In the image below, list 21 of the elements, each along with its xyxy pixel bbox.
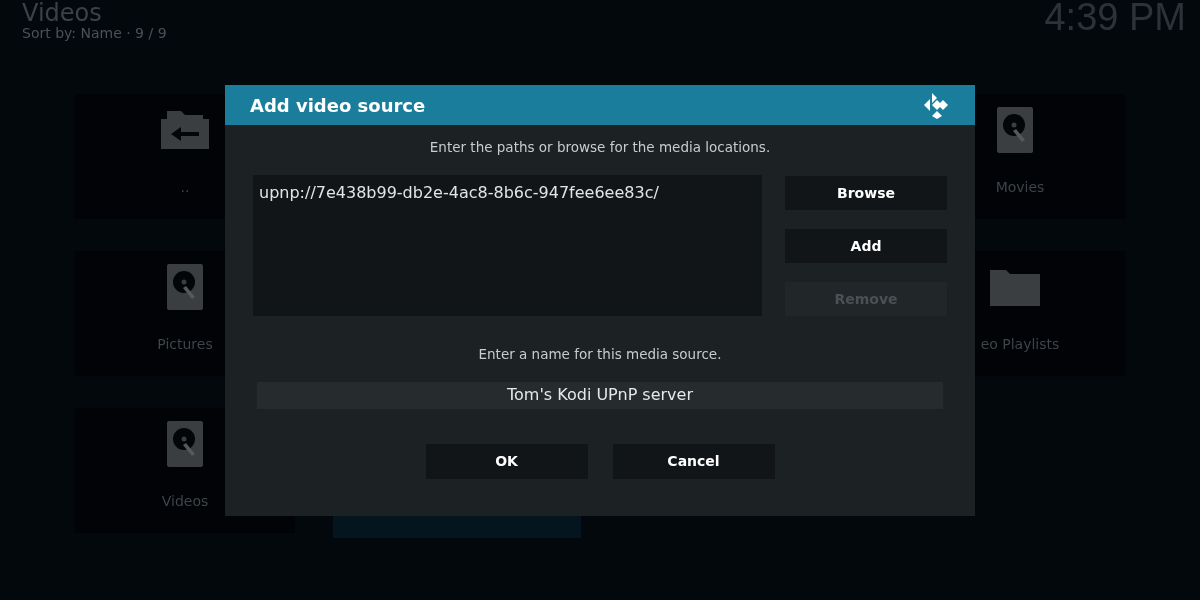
- add-videos-button[interactable]: [333, 516, 581, 538]
- dialog-button[interactable]: Browse: [785, 176, 947, 211]
- tile-label: Pictures: [157, 335, 213, 354]
- folder-back-icon: [159, 108, 211, 151]
- dialog-button[interactable]: OK: [425, 443, 588, 479]
- tile-label: ..: [180, 178, 190, 197]
- name-prompt: Enter a name for this media source.: [477, 345, 723, 365]
- hard-drive-icon: [167, 263, 203, 310]
- dialog-button[interactable]: Add: [785, 229, 947, 264]
- path-list[interactable]: upnp://7e438b99-db2e-4ac8-8b6c-947fee6ee83c/: [253, 175, 762, 317]
- tile-label: Videos: [161, 492, 209, 511]
- tile-label: Movies: [995, 178, 1045, 197]
- logo-icon: [922, 91, 950, 119]
- hard-drive-icon: [997, 106, 1033, 153]
- sort-label: Sort by: Name · 9 / 9: [22, 26, 167, 40]
- tile-label: eo Playlists: [980, 335, 1060, 354]
- paths-prompt: Enter the paths or browse for the media locations.: [428, 138, 772, 157]
- hard-drive-icon: [167, 420, 203, 467]
- dialog-button[interactable]: Cancel: [612, 443, 775, 479]
- name-field[interactable]: Tom's Kodi UPnP server: [257, 381, 943, 409]
- page-title: Videos: [22, 1, 103, 25]
